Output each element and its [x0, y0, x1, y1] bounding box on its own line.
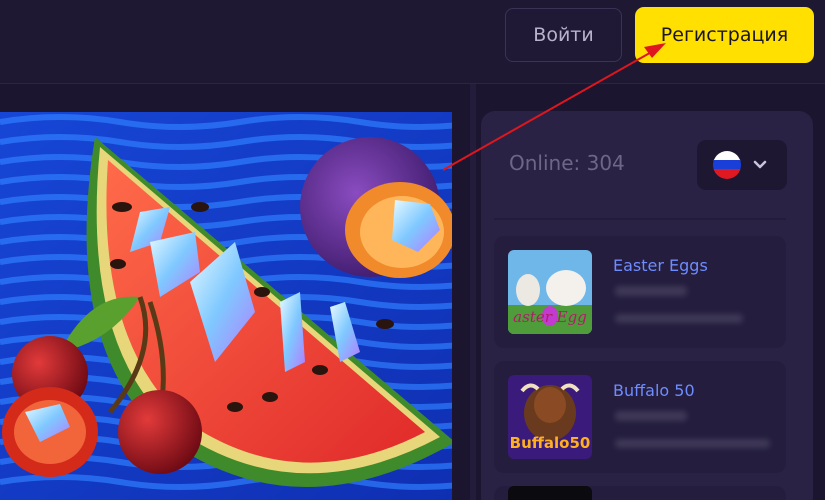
- online-counter: Online: 304: [509, 151, 625, 175]
- game-thumbnail: aster Egg: [508, 250, 592, 334]
- register-button[interactable]: Регистрация: [635, 7, 814, 63]
- thumbnail-logo: Buffalo50: [510, 434, 591, 452]
- content-divider: [470, 84, 476, 500]
- blurred-text: [615, 286, 687, 296]
- panel-separator: [494, 218, 786, 220]
- game-card[interactable]: aster Egg Easter Eggs: [494, 236, 786, 348]
- blurred-text: [615, 314, 743, 323]
- language-selector[interactable]: [697, 140, 787, 190]
- game-title[interactable]: Easter Eggs: [613, 256, 708, 275]
- game-title[interactable]: Buffalo 50: [613, 381, 695, 400]
- login-button[interactable]: Войти: [505, 8, 622, 62]
- blurred-text: [615, 439, 770, 448]
- ru-flag-icon: [713, 151, 741, 179]
- game-thumbnail: [508, 486, 592, 500]
- game-thumbnail: Buffalo50: [508, 375, 592, 459]
- blurred-text: [615, 411, 687, 421]
- promo-banner[interactable]: [0, 112, 452, 500]
- thumbnail-logo: aster Egg: [513, 308, 587, 326]
- chevron-down-icon: [753, 160, 767, 169]
- game-card[interactable]: [494, 486, 786, 500]
- top-bar: Войти Регистрация: [0, 0, 825, 84]
- game-card[interactable]: Buffalo50 Buffalo 50: [494, 361, 786, 473]
